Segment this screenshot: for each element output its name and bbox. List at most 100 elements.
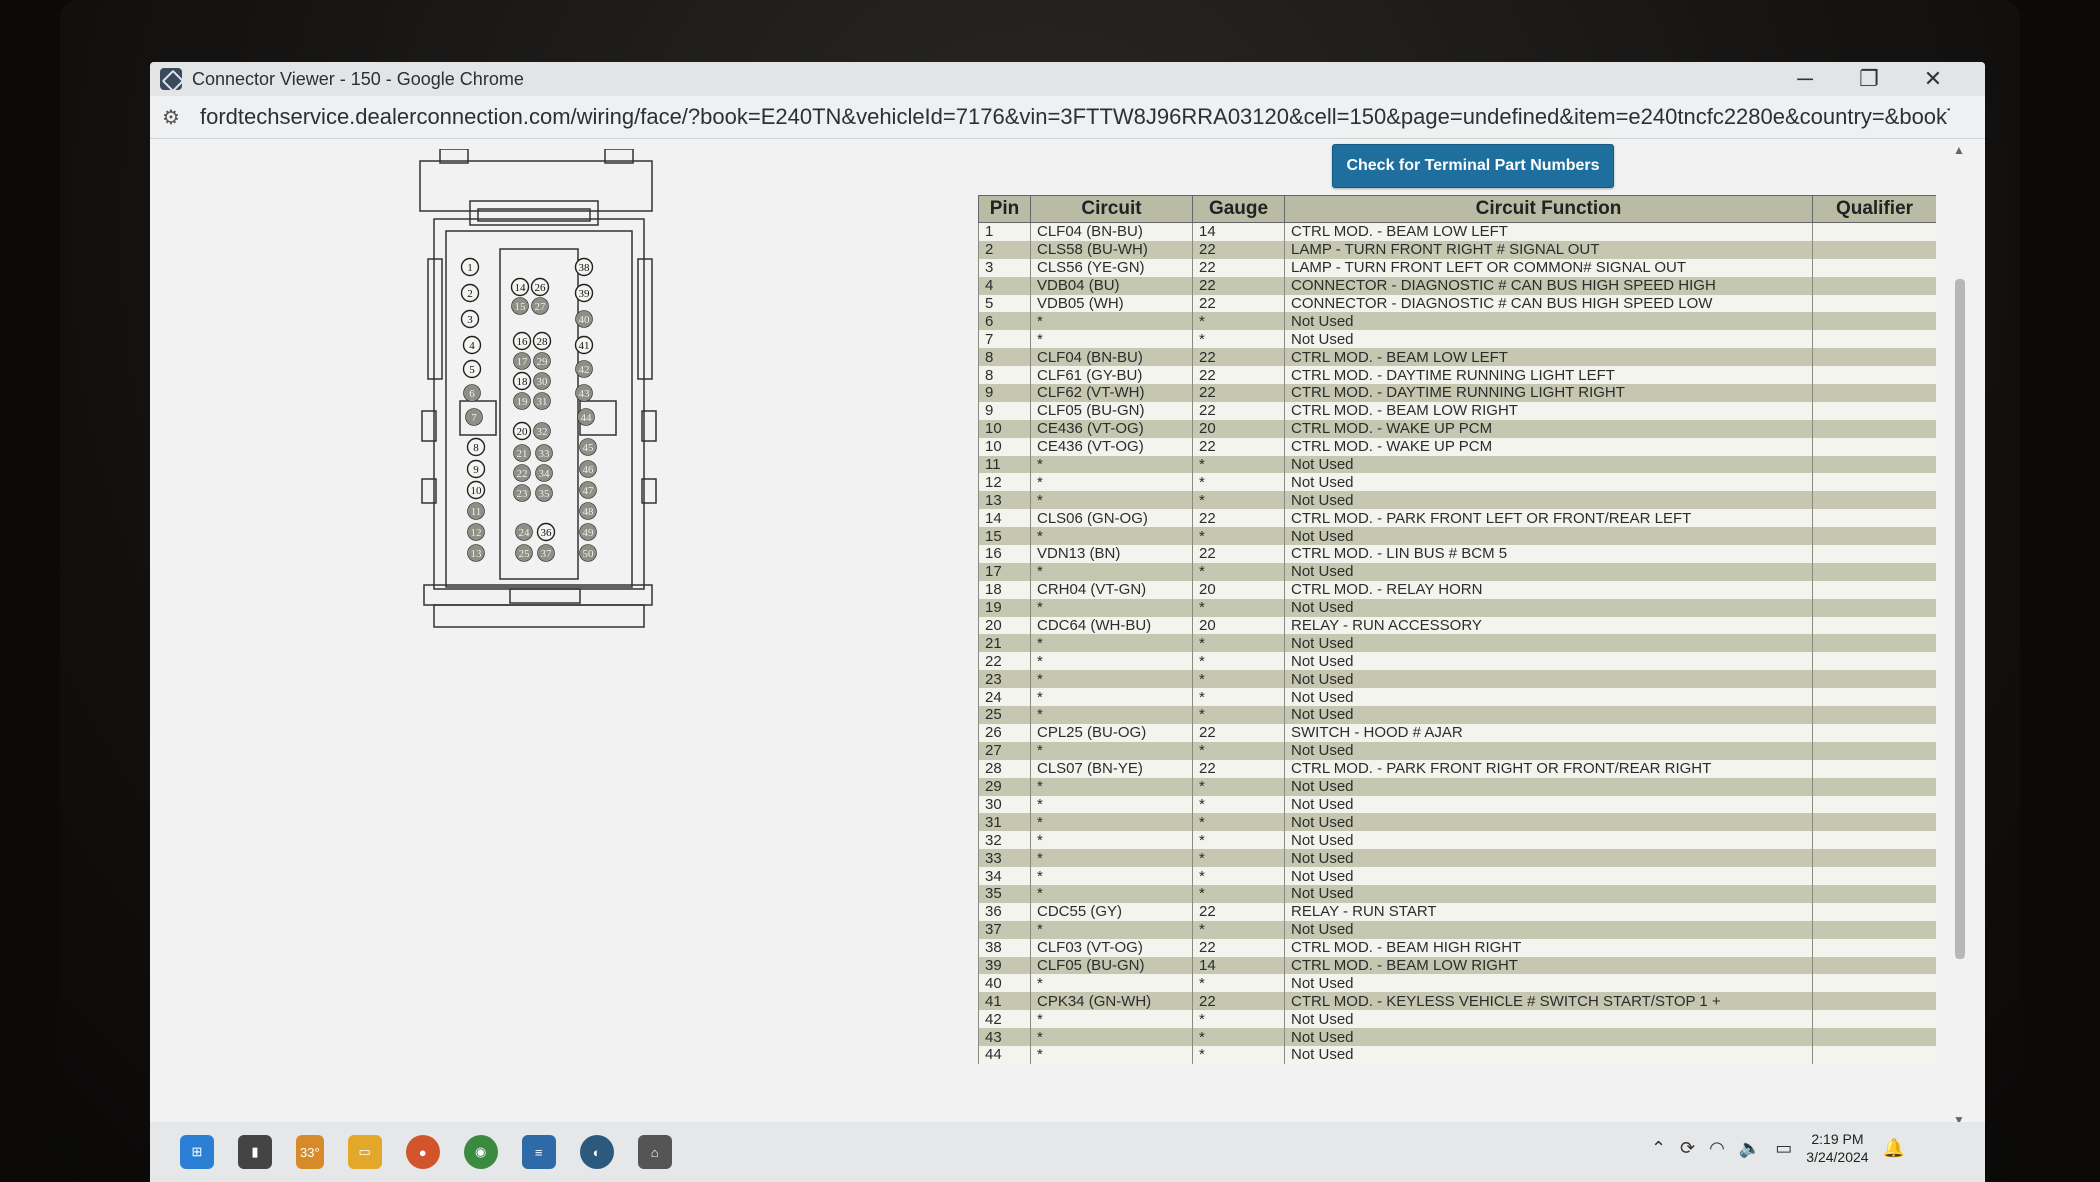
circuit-cell: * xyxy=(1030,688,1193,707)
header-circuit-function[interactable]: Circuit Function xyxy=(1284,195,1813,223)
connector-pin-label: 50 xyxy=(583,548,595,560)
qualifier-cell xyxy=(1812,902,1936,921)
qualifier-cell xyxy=(1812,938,1936,957)
restore-button[interactable]: ❐ xyxy=(1837,66,1901,92)
table-row: 44 * * Not Used xyxy=(978,1045,1936,1064)
connector-pin-label: 15 xyxy=(515,301,527,313)
check-terminal-part-numbers-button[interactable]: Check for Terminal Part Numbers xyxy=(1332,144,1614,188)
header-gauge[interactable]: Gauge xyxy=(1192,195,1285,223)
connector-pin-label: 25 xyxy=(519,548,531,560)
pin-cell: 40 xyxy=(978,974,1031,993)
function-cell: CTRL MOD. - BEAM LOW LEFT xyxy=(1284,348,1813,367)
header-pin[interactable]: Pin xyxy=(978,195,1031,223)
gauge-cell: 22 xyxy=(1192,938,1285,957)
network-icon[interactable]: ⌂ xyxy=(637,1135,672,1169)
function-cell: Not Used xyxy=(1284,777,1813,796)
gauge-cell: 14 xyxy=(1192,956,1285,975)
url-field[interactable]: fordtechservice.dealerconnection.com/wir… xyxy=(200,104,1950,130)
connector-pin-label: 31 xyxy=(537,396,548,408)
wifi-icon[interactable]: ◠ xyxy=(1709,1138,1725,1159)
table-row: 29 * * Not Used xyxy=(978,777,1936,796)
windows-start-icon[interactable]: ⊞ xyxy=(180,1135,214,1169)
pin-cell: 32 xyxy=(978,831,1031,850)
minimize-button[interactable]: ─ xyxy=(1773,66,1837,92)
circuit-cell: * xyxy=(1030,1010,1193,1029)
connector-pin-label: 1 xyxy=(467,262,473,274)
function-cell: CTRL MOD. - BEAM LOW RIGHT xyxy=(1284,956,1813,975)
chevron-up-icon[interactable]: ⌃ xyxy=(1651,1138,1666,1159)
table-row: 1 CLF04 (BN-BU) 14 CTRL MOD. - BEAM LOW LEF… xyxy=(978,222,1936,241)
sync-icon[interactable]: ⟳ xyxy=(1680,1138,1695,1159)
volume-icon[interactable]: 🔈 xyxy=(1739,1138,1761,1159)
connector-pin-label: 21 xyxy=(517,448,528,460)
function-cell: Not Used xyxy=(1284,974,1813,993)
firefox-icon[interactable]: ● xyxy=(405,1135,440,1169)
table-row: 36 CDC55 (GY) 22 RELAY - RUN START xyxy=(978,902,1936,921)
pin-cell: 44 xyxy=(978,1045,1031,1064)
function-cell: CONNECTOR - DIAGNOSTIC # CAN BUS HIGH SP… xyxy=(1284,294,1813,313)
connector-pin-label: 14 xyxy=(515,282,527,294)
pin-cell: 36 xyxy=(978,902,1031,921)
table-row: 28 CLS07 (BN-YE) 22 CTRL MOD. - PARK FRONT … xyxy=(978,759,1936,778)
chrome-icon[interactable]: ◉ xyxy=(463,1135,498,1169)
gauge-cell: * xyxy=(1192,562,1285,581)
weather-icon[interactable]: 33° xyxy=(296,1135,324,1169)
qualifier-cell xyxy=(1812,401,1936,420)
connector-pin-label: 20 xyxy=(517,426,529,438)
gauge-cell: 22 xyxy=(1192,384,1285,402)
notepad-icon[interactable]: ≡ xyxy=(521,1135,556,1169)
circuit-cell: VDN13 (BN) xyxy=(1030,545,1193,563)
circuit-cell: * xyxy=(1030,634,1193,653)
connector-pin-label: 17 xyxy=(517,356,529,368)
qualifier-cell xyxy=(1812,527,1936,546)
function-cell: CTRL MOD. - BEAM LOW RIGHT xyxy=(1284,401,1813,420)
circuit-cell: * xyxy=(1030,455,1193,474)
pin-cell: 4 xyxy=(978,276,1031,295)
gauge-cell: * xyxy=(1192,670,1285,689)
table-row: 33 * * Not Used xyxy=(978,849,1936,868)
clock-time: 2:19 PM xyxy=(1811,1131,1864,1147)
gauge-cell: * xyxy=(1192,831,1285,850)
gauge-cell: * xyxy=(1192,652,1285,671)
function-cell: CONNECTOR - DIAGNOSTIC # CAN BUS HIGH SP… xyxy=(1284,276,1813,295)
close-button[interactable]: ✕ xyxy=(1901,66,1965,92)
function-cell: Not Used xyxy=(1284,562,1813,581)
task-view-icon[interactable]: ▮ xyxy=(238,1135,272,1169)
circuit-cell: * xyxy=(1030,330,1193,349)
connector-pin-label: 43 xyxy=(579,388,591,400)
gauge-cell: 14 xyxy=(1192,222,1285,241)
pin-cell: 26 xyxy=(978,723,1031,742)
windows-taskbar: ⊞ ▮ 33° ▭ ● ◉ ≡ ◐ ⌂ ⌃ ⟳ ◠ 🔈 ▭ 2:19 PM 3/… xyxy=(150,1122,1985,1182)
remote-icon[interactable]: ◐ xyxy=(579,1135,614,1169)
connector-pin-label: 16 xyxy=(517,336,529,348)
header-qualifier[interactable]: Qualifier xyxy=(1812,195,1936,223)
scroll-up-arrow-icon[interactable]: ▲ xyxy=(1953,143,1965,157)
function-cell: Not Used xyxy=(1284,527,1813,546)
gauge-cell: * xyxy=(1192,884,1285,903)
page-scrollbar[interactable]: ▲ ▼ xyxy=(1953,143,1967,1127)
table-row: 5 VDB05 (WH) 22 CONNECTOR - DIAGNOSTIC # CA… xyxy=(978,294,1936,313)
header-circuit[interactable]: Circuit xyxy=(1030,195,1193,223)
browser-window: Connector Viewer - 150 - Google Chrome ─… xyxy=(150,62,1985,1134)
table-row: 20 CDC64 (WH-BU) 20 RELAY - RUN ACCESSORY xyxy=(978,616,1936,635)
notification-bell-icon[interactable]: 🔔 xyxy=(1883,1138,1905,1159)
connector-pin-label: 33 xyxy=(539,448,551,460)
qualifier-cell xyxy=(1812,598,1936,617)
site-settings-icon[interactable]: ⚙ xyxy=(162,105,184,130)
pin-cell: 43 xyxy=(978,1028,1031,1046)
circuit-cell: CLF05 (BU-GN) xyxy=(1030,956,1193,975)
connector-pin-label: 11 xyxy=(471,506,482,518)
clock[interactable]: 2:19 PM 3/24/2024 xyxy=(1806,1130,1868,1166)
pin-cell: 7 xyxy=(978,330,1031,349)
function-cell: CTRL MOD. - DAYTIME RUNNING LIGHT LEFT xyxy=(1284,366,1813,385)
circuit-cell: * xyxy=(1030,831,1193,850)
scrollbar-thumb[interactable] xyxy=(1955,279,1965,959)
battery-icon[interactable]: ▭ xyxy=(1775,1138,1792,1159)
pin-cell: 16 xyxy=(978,545,1031,563)
qualifier-cell xyxy=(1812,884,1936,903)
circuit-cell: CPL25 (BU-OG) xyxy=(1030,723,1193,742)
circuit-cell: * xyxy=(1030,652,1193,671)
file-explorer-icon[interactable]: ▭ xyxy=(347,1135,382,1169)
function-cell: Not Used xyxy=(1284,330,1813,349)
table-row: 31 * * Not Used xyxy=(978,813,1936,832)
